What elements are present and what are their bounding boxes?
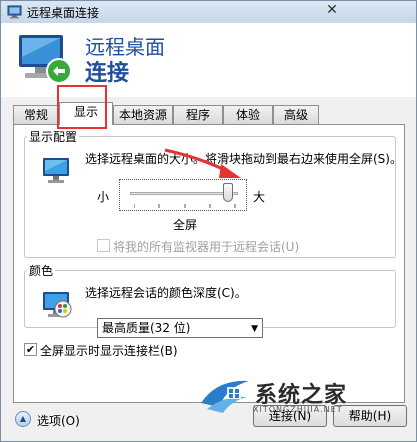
slider-track[interactable] [130, 192, 238, 195]
all-monitors-checkbox[interactable] [97, 239, 110, 252]
tab-local-resources[interactable]: 本地资源 [113, 105, 173, 124]
watermark-url: XITONGZHIJIA.NET [253, 405, 343, 414]
tab-general[interactable]: 常规 [13, 105, 59, 124]
options-chevron-icon[interactable]: ▲ [15, 411, 31, 427]
color-palette-icon [43, 292, 72, 318]
title-bar[interactable]: 远程桌面连接 ✕ [1, 1, 416, 23]
remote-desktop-logo-icon [19, 35, 72, 84]
color-depth-selected: 最高质量(32 位) [102, 321, 191, 335]
monitor-icon [43, 158, 69, 183]
window-title: 远程桌面连接 [27, 6, 100, 20]
colors-group: 颜色 选择远程会话的颜色深度(C)。 最高质量(32 位) ▼ [24, 262, 396, 338]
tab-advanced[interactable]: 高级 [273, 105, 319, 124]
header-title-line2: 连接 [85, 61, 130, 86]
display-config-legend: 显示配置 [29, 130, 78, 144]
slider-max-label: 大 [253, 190, 266, 204]
slider-value-label: 全屏 [173, 218, 198, 232]
options-label[interactable]: 选项(O) [37, 412, 80, 429]
remote-desktop-icon [7, 5, 22, 19]
tab-programs[interactable]: 程序 [173, 105, 223, 124]
fullscreen-bar-checkbox[interactable]: ✔ [24, 343, 37, 356]
rdp-window: 远程桌面连接 ✕ 远程桌面 连接 常规 显示 本地资源 程序 体验 高级 显示配… [0, 0, 417, 442]
color-depth-description: 选择远程会话的颜色深度(C)。 [85, 286, 247, 300]
close-icon[interactable]: ✕ [317, 1, 347, 20]
all-monitors-label: 将我的所有监视器用于远程会话(U) [113, 240, 300, 254]
chevron-down-icon[interactable]: ▼ [251, 320, 258, 338]
watermark-logo-icon [201, 380, 249, 413]
slider-ticks [134, 204, 236, 208]
tab-highlight-box [57, 85, 107, 129]
color-depth-select[interactable]: 最高质量(32 位) ▼ [97, 318, 263, 338]
slider-min-label: 小 [97, 190, 110, 204]
watermark: 系统之家 XITONGZHIJIA.NET [197, 373, 397, 419]
tab-experience[interactable]: 体验 [223, 105, 273, 124]
annotation-arrow-icon [164, 148, 241, 178]
colors-legend: 颜色 [29, 264, 54, 278]
fullscreen-bar-label: 全屏显示时显示连接栏(B) [40, 344, 178, 358]
